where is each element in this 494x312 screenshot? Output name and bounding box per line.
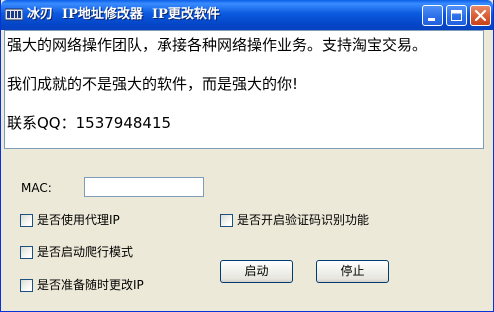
minimize-icon bbox=[428, 18, 435, 21]
main-window: 冰刃 IP地址修改器 IP更改软件 强大的网络操作团队，承接各种网络操作业务。支… bbox=[0, 0, 494, 312]
use-proxy-label[interactable]: 是否使用代理IP bbox=[37, 213, 120, 227]
info-line-contact: 联系QQ：1537948415 bbox=[7, 114, 172, 132]
mac-label: MAC: bbox=[21, 181, 52, 195]
mac-input[interactable] bbox=[84, 177, 204, 197]
maximize-icon bbox=[451, 10, 462, 21]
close-button[interactable] bbox=[470, 5, 491, 26]
crawl-mode-checkbox[interactable] bbox=[20, 246, 33, 259]
change-ip-anytime-label[interactable]: 是否准备随时更改IP bbox=[37, 278, 144, 292]
app-icon bbox=[4, 7, 24, 23]
use-proxy-checkbox[interactable] bbox=[20, 214, 33, 227]
stop-button[interactable]: 停止 bbox=[316, 260, 389, 283]
title-bar[interactable]: 冰刃 IP地址修改器 IP更改软件 bbox=[1, 0, 493, 30]
change-ip-anytime-checkbox[interactable] bbox=[20, 279, 33, 292]
window-title: 冰刃 IP地址修改器 IP更改软件 bbox=[27, 7, 220, 22]
info-line-service: 强大的网络操作团队，承接各种网络操作业务。支持淘宝交易。 bbox=[7, 36, 428, 54]
captcha-recognition-label[interactable]: 是否开启验证码识别功能 bbox=[237, 213, 369, 227]
start-button[interactable]: 启动 bbox=[220, 260, 293, 283]
captcha-recognition-checkbox[interactable] bbox=[220, 214, 233, 227]
minimize-button[interactable] bbox=[422, 5, 443, 26]
maximize-button[interactable] bbox=[446, 5, 467, 26]
crawl-mode-label[interactable]: 是否启动爬行模式 bbox=[37, 245, 133, 259]
info-line-slogan: 我们成就的不是强大的软件，而是强大的你! bbox=[7, 75, 299, 93]
textbox-edge bbox=[485, 30, 493, 149]
close-icon bbox=[474, 9, 487, 22]
info-textarea[interactable]: 强大的网络操作团队，承接各种网络操作业务。支持淘宝交易。 我们成就的不是强大的软… bbox=[4, 30, 484, 149]
